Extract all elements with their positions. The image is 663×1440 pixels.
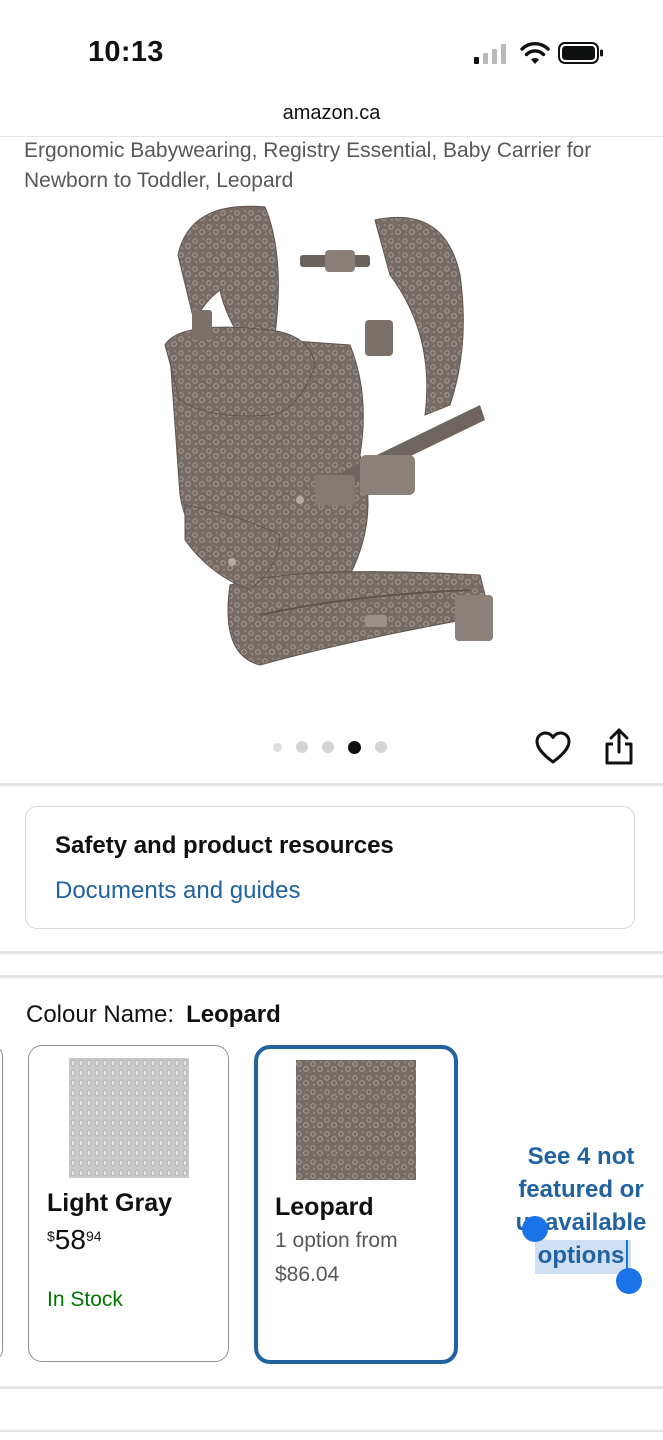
wifi-icon	[520, 42, 550, 64]
leopard-swatch-image	[296, 1060, 416, 1180]
option-price-text: $86.04	[275, 1263, 340, 1286]
section-divider	[0, 951, 663, 954]
colour-name-label: Colour Name: Leopard	[26, 1001, 281, 1029]
product-image[interactable]	[150, 195, 510, 685]
resources-title: Safety and product resources	[55, 832, 394, 859]
swatch-light-gray[interactable]: Light Gray $5894 In Stock	[28, 1045, 229, 1362]
cellular-signal-icon	[474, 44, 506, 64]
price-fraction: 94	[85, 1228, 102, 1244]
section-divider	[0, 1386, 663, 1389]
option-count-text: 1 option from	[275, 1229, 398, 1252]
light-gray-swatch-image	[69, 1058, 189, 1178]
section-divider	[0, 1430, 663, 1432]
heart-icon[interactable]	[535, 731, 571, 765]
documents-guides-link[interactable]: Documents and guides	[55, 877, 300, 905]
previous-swatch-card-edge[interactable]	[0, 1045, 3, 1361]
carousel-dot-active[interactable]	[348, 740, 361, 754]
safety-resources-card[interactable]: Safety and product resources Documents a…	[25, 806, 635, 929]
price-currency: $	[47, 1228, 55, 1244]
image-carousel-dots[interactable]	[273, 740, 387, 754]
selection-end-handle[interactable]	[616, 1268, 642, 1294]
url-text[interactable]: amazon.ca	[0, 102, 663, 125]
status-time: 10:13	[88, 36, 164, 68]
battery-icon	[558, 42, 603, 64]
carousel-dot[interactable]	[375, 741, 387, 753]
price-whole: 58	[54, 1224, 86, 1255]
section-divider	[0, 783, 663, 786]
swatch-price: $5894	[47, 1224, 102, 1256]
swatch-name: Leopard	[275, 1193, 374, 1221]
selection-start-handle[interactable]	[522, 1216, 548, 1242]
see-unavailable-options-link[interactable]: See 4 not featured or unavailable option…	[502, 1140, 660, 1272]
carousel-dot[interactable]	[322, 741, 334, 753]
browser-url-bar[interactable]: amazon.ca	[0, 100, 663, 137]
share-icon[interactable]	[603, 728, 635, 766]
carousel-dot[interactable]	[296, 741, 308, 753]
section-divider	[0, 975, 663, 978]
selected-colour-name: Leopard	[186, 1001, 281, 1028]
swatch-leopard-selected[interactable]: Leopard 1 option from $86.04	[254, 1045, 458, 1364]
colour-label-text: Colour Name:	[26, 1001, 175, 1028]
product-title: Ergonomic Babywearing, Registry Essentia…	[24, 139, 592, 192]
status-bar: 10:13	[0, 0, 663, 100]
swatch-name: Light Gray	[47, 1189, 173, 1217]
availability-text: In Stock	[47, 1288, 123, 1311]
carousel-dot[interactable]	[273, 742, 282, 752]
